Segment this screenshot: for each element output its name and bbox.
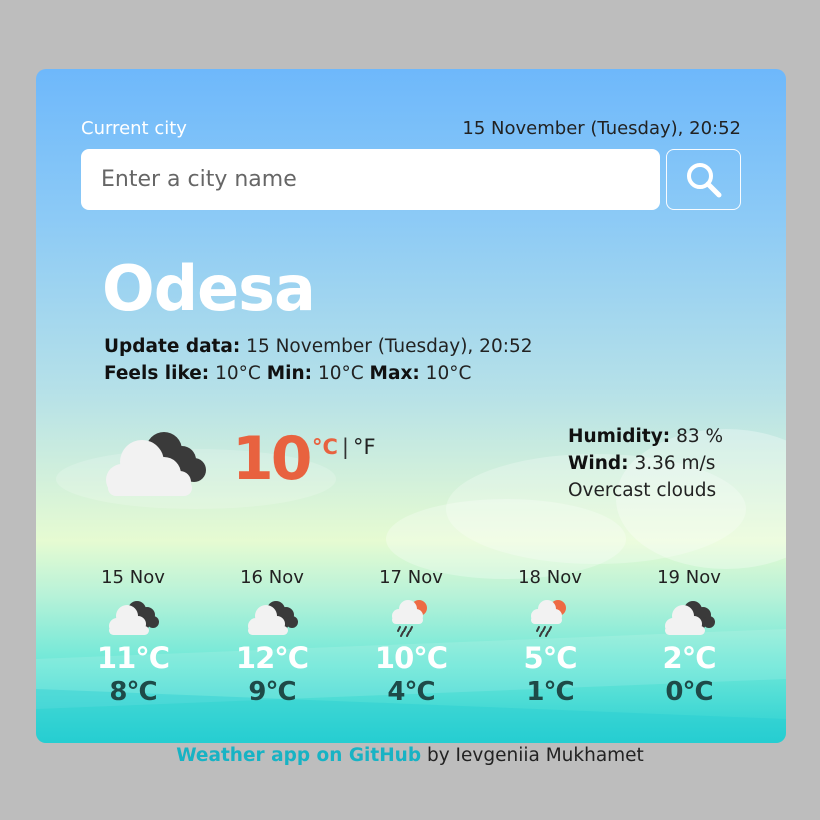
forecast-day: 16 Nov 12°C 9°C (207, 567, 337, 707)
wind-row: Wind: 3.36 m/s (568, 450, 723, 477)
humidity-label: Humidity: (568, 426, 671, 447)
feels-line: Feels like: 10°C Min: 10°C Max: 10°C (104, 363, 471, 384)
forecast-date: 16 Nov (240, 567, 304, 588)
celsius-link[interactable]: °C (312, 435, 338, 459)
forecast-day: 18 Nov 5°C 1°C (485, 567, 615, 707)
forecast-min: 9°C (248, 677, 296, 707)
feels-label: Feels like: (104, 363, 210, 384)
min-label: Min: (266, 363, 313, 384)
feels-value: 10°C (215, 363, 261, 384)
current-date: 15 November (Tuesday), 20:52 (462, 118, 741, 139)
forecast-min: 1°C (526, 677, 574, 707)
forecast-max: 2°C (662, 641, 717, 675)
cloudy-icon (109, 601, 159, 635)
forecast-date: 18 Nov (518, 567, 582, 588)
forecast-max: 5°C (523, 641, 578, 675)
rain-icon (531, 600, 566, 637)
unit-separator: | (341, 435, 349, 459)
update-value: 15 November (Tuesday), 20:52 (246, 336, 533, 357)
unit-switcher: °C | °F (312, 435, 376, 459)
forecast-date: 15 Nov (101, 567, 165, 588)
search-icon (686, 162, 721, 197)
humidity-row: Humidity: 83 % (568, 423, 723, 450)
forecast-day: 15 Nov 11°C 8°C (68, 567, 198, 707)
update-line: Update data: 15 November (Tuesday), 20:5… (104, 336, 533, 357)
cloudy-icon (248, 601, 298, 635)
cloudy-icon (106, 432, 206, 496)
forecast-min: 0°C (665, 677, 713, 707)
forecast-day: 17 Nov 10°C 4°C (346, 567, 476, 707)
forecast-max: 11°C (96, 641, 170, 675)
forecast-max: 10°C (374, 641, 448, 675)
weather-card: Current city 15 November (Tuesday), 20:5… (36, 69, 786, 743)
github-link[interactable]: Weather app on GitHub (176, 745, 421, 766)
current-temperature: 10 (232, 424, 312, 494)
rain-icon (392, 600, 427, 637)
wind-value: 3.36 m/s (634, 453, 716, 474)
weather-description: Overcast clouds (568, 480, 717, 501)
max-value: 10°C (425, 363, 472, 384)
current-city-label: Current city (81, 118, 187, 139)
wind-label: Wind: (568, 453, 629, 474)
top-row: Current city 15 November (Tuesday), 20:5… (81, 118, 741, 142)
forecast-min: 4°C (387, 677, 435, 707)
forecast-date: 17 Nov (379, 567, 443, 588)
max-label: Max: (369, 363, 420, 384)
humidity-value: 83 % (676, 426, 724, 447)
author-text: by Ievgeniia Mukhamet (426, 745, 644, 766)
forecast: 15 Nov 11°C 8°C 16 Nov 12°C 9°C 17 Nov 1… (66, 567, 761, 717)
fahrenheit-link[interactable]: °F (353, 435, 376, 459)
cloudy-icon (665, 601, 715, 635)
forecast-min: 8°C (109, 677, 157, 707)
forecast-day: 19 Nov 2°C 0°C (624, 567, 754, 707)
weather-details: Humidity: 83 % Wind: 3.36 m/s Overcast c… (568, 423, 723, 504)
footer: Weather app on GitHub by Ievgeniia Mukha… (0, 745, 820, 766)
update-label: Update data: (104, 336, 241, 357)
min-value: 10°C (317, 363, 364, 384)
forecast-max: 12°C (235, 641, 309, 675)
city-search-input[interactable] (81, 149, 660, 210)
forecast-date: 19 Nov (657, 567, 721, 588)
city-name: Odesa (102, 252, 316, 325)
search-button[interactable] (666, 149, 741, 210)
